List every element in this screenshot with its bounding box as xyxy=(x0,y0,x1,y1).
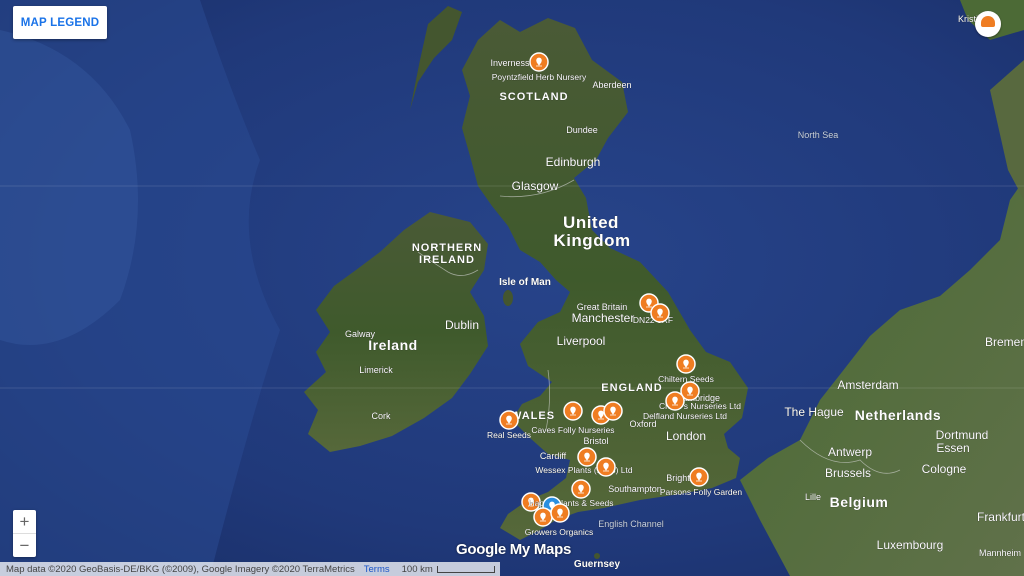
zoom-in-button[interactable]: + xyxy=(13,510,36,533)
marker-label: Caves Folly Nurseries xyxy=(531,425,614,435)
marker-label: Real Seeds xyxy=(487,430,531,440)
map-label: Manchester xyxy=(572,311,635,325)
map-label: Dortmund xyxy=(936,428,989,442)
map-label: Isle of Man xyxy=(499,277,551,288)
map-label: Aberdeen xyxy=(592,80,631,90)
map-marker[interactable] xyxy=(529,52,549,72)
map-label: Limerick xyxy=(359,365,393,375)
map-label: Belgium xyxy=(830,494,889,510)
scale-label: 100 km xyxy=(401,563,433,575)
map-label: Cork xyxy=(371,411,391,421)
map-marker[interactable] xyxy=(650,303,670,323)
map-label: Frankfurt xyxy=(977,510,1024,524)
map-label: The Hague xyxy=(784,405,844,419)
map-label: Bremen xyxy=(985,335,1024,349)
map-marker[interactable] xyxy=(571,479,591,499)
google-my-maps-logo: Google My Maps xyxy=(456,541,571,558)
map-label: Guernsey xyxy=(574,559,621,570)
map-label: Liverpool xyxy=(557,334,606,348)
map-label: United xyxy=(563,213,619,232)
map-label: Southampton xyxy=(608,484,662,494)
map-label: Ireland xyxy=(368,337,417,353)
map-label: Bristol xyxy=(583,436,608,446)
terms-link[interactable]: Terms xyxy=(364,564,390,575)
attribution-text: Map data ©2020 GeoBasis-DE/BKG (©2009), … xyxy=(6,563,355,575)
map-owner-logo-icon[interactable] xyxy=(975,11,1001,37)
map-label: Antwerp xyxy=(828,445,872,459)
marker-label: Delfland Nurseries Ltd xyxy=(643,411,727,421)
satellite-map[interactable]: SCOTLAND Aberdeen Dundee Edinburgh Glasgow No… xyxy=(0,0,1024,576)
map-label: Luxembourg xyxy=(877,538,944,552)
map-label: IRELAND xyxy=(419,254,475,266)
map-label: Essen xyxy=(936,441,969,455)
map-label: Cologne xyxy=(922,462,967,476)
map-legend-button[interactable]: MAP LEGEND xyxy=(13,6,107,39)
map-label: Netherlands xyxy=(855,407,941,423)
map-marker[interactable] xyxy=(596,457,616,477)
map-label: North Sea xyxy=(798,130,839,140)
map-label: SCOTLAND xyxy=(499,91,568,103)
map-marker[interactable] xyxy=(550,503,570,523)
map-label: London xyxy=(666,429,706,443)
marker-label: Wessex Plants (1988) Ltd xyxy=(535,465,632,475)
map-marker[interactable] xyxy=(577,447,597,467)
isle-of-man xyxy=(503,290,513,306)
marker-label: Parsons Folly Garden xyxy=(660,487,742,497)
map-label: NORTHERN xyxy=(412,242,482,254)
marker-label: Poyntzfield Herb Nursery xyxy=(492,72,587,82)
zoom-out-button[interactable]: − xyxy=(13,534,36,557)
map-label: Dublin xyxy=(445,318,479,332)
map-label: Amsterdam xyxy=(837,378,898,392)
map-marker[interactable] xyxy=(689,467,709,487)
map-marker[interactable] xyxy=(499,410,519,430)
map-label: Edinburgh xyxy=(546,155,601,169)
map-marker[interactable] xyxy=(665,391,685,411)
map-label: Brussels xyxy=(825,466,871,480)
scale-bar xyxy=(436,565,495,573)
map-label: Glasgow xyxy=(512,179,559,193)
map-label: ENGLAND xyxy=(601,382,662,394)
marker-label: Growers Organics xyxy=(525,527,594,537)
zoom-control: + − xyxy=(13,510,36,557)
map-label: Mannheim xyxy=(979,548,1021,558)
map-label: Kingdom xyxy=(553,231,630,250)
map-marker[interactable] xyxy=(603,401,623,421)
map-label: Cardiff xyxy=(540,451,567,461)
map-marker[interactable] xyxy=(676,354,696,374)
map-label: Inverness xyxy=(490,58,530,68)
map-label: Lille xyxy=(805,492,821,502)
marker-label: Happy Plants & Seeds xyxy=(528,498,613,508)
map-attribution: Map data ©2020 GeoBasis-DE/BKG (©2009), … xyxy=(0,562,500,576)
map-marker[interactable] xyxy=(533,507,553,527)
map-marker[interactable] xyxy=(563,401,583,421)
map-label: Dundee xyxy=(566,125,598,135)
map-label: English Channel xyxy=(598,519,664,529)
